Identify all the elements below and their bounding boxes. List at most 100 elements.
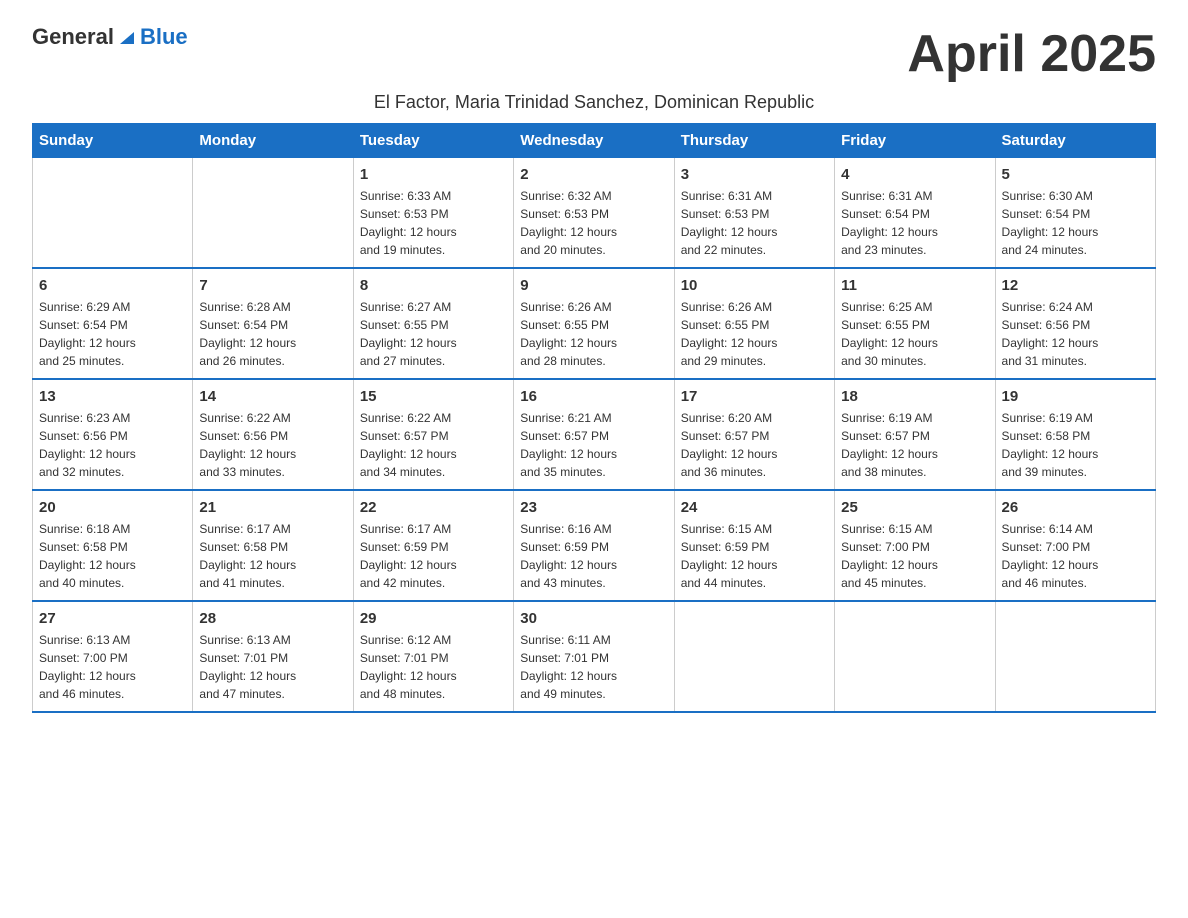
day-info: Sunrise: 6:22 AMSunset: 6:56 PMDaylight:… xyxy=(199,409,346,481)
calendar-cell xyxy=(995,601,1155,712)
day-info: Sunrise: 6:29 AMSunset: 6:54 PMDaylight:… xyxy=(39,298,186,370)
day-number: 15 xyxy=(360,388,507,405)
calendar-week-row: 13 Sunrise: 6:23 AMSunset: 6:56 PMDayligh… xyxy=(33,379,1156,490)
day-info: Sunrise: 6:11 AMSunset: 7:01 PMDaylight:… xyxy=(520,631,667,703)
day-number: 3 xyxy=(681,166,828,183)
day-number: 23 xyxy=(520,499,667,516)
day-number: 17 xyxy=(681,388,828,405)
day-info: Sunrise: 6:19 AMSunset: 6:57 PMDaylight:… xyxy=(841,409,988,481)
page-header: General Blue April 2025 xyxy=(32,24,1156,84)
calendar-week-row: 20Sunrise: 6:18 AMSunset: 6:58 PMDayligh… xyxy=(33,490,1156,601)
calendar-day-header: Tuesday xyxy=(353,124,513,158)
day-number: 8 xyxy=(360,277,507,294)
day-number: 7 xyxy=(199,277,346,294)
day-number: 5 xyxy=(1002,166,1149,183)
day-info: Sunrise: 6:23 AMSunset: 6:56 PMDaylight:… xyxy=(39,409,186,481)
day-number: 24 xyxy=(681,499,828,516)
calendar-day-header: Sunday xyxy=(33,124,193,158)
day-number: 25 xyxy=(841,499,988,516)
calendar-cell xyxy=(33,158,193,269)
day-info: Sunrise: 6:21 AMSunset: 6:57 PMDaylight:… xyxy=(520,409,667,481)
calendar-week-row: 27Sunrise: 6:13 AMSunset: 7:00 PMDayligh… xyxy=(33,601,1156,712)
month-title: April 2025 xyxy=(907,24,1156,84)
calendar-table: SundayMondayTuesdayWednesdayThursdayFrid… xyxy=(32,123,1156,713)
day-number: 14 xyxy=(199,388,346,405)
day-number: 1 xyxy=(360,166,507,183)
calendar-cell: 28 Sunrise: 6:13 AMSunset: 7:01 PMDayligh… xyxy=(193,601,353,712)
day-number: 10 xyxy=(681,277,828,294)
calendar-cell: 23 Sunrise: 6:16 AMSunset: 6:59 PMDayligh… xyxy=(514,490,674,601)
calendar-day-header: Saturday xyxy=(995,124,1155,158)
logo-general-text: General xyxy=(32,24,114,50)
calendar-cell: 21 Sunrise: 6:17 AMSunset: 6:58 PMDayligh… xyxy=(193,490,353,601)
calendar-cell: 25 Sunrise: 6:15 AMSunset: 7:00 PMDayligh… xyxy=(835,490,995,601)
day-info: Sunrise: 6:28 AMSunset: 6:54 PMDaylight:… xyxy=(199,298,346,370)
calendar-cell: 3 Sunrise: 6:31 AMSunset: 6:53 PMDaylight… xyxy=(674,158,834,269)
day-info: Sunrise: 6:15 AMSunset: 7:00 PMDaylight:… xyxy=(841,520,988,592)
calendar-cell: 1Sunrise: 6:33 AMSunset: 6:53 PMDaylight… xyxy=(353,158,513,269)
calendar-cell: 29 Sunrise: 6:12 AMSunset: 7:01 PMDayligh… xyxy=(353,601,513,712)
calendar-day-header: Monday xyxy=(193,124,353,158)
day-number: 19 xyxy=(1002,388,1149,405)
calendar-cell: 22Sunrise: 6:17 AMSunset: 6:59 PMDayligh… xyxy=(353,490,513,601)
calendar-cell: 10 Sunrise: 6:26 AMSunset: 6:55 PMDayligh… xyxy=(674,268,834,379)
day-number: 18 xyxy=(841,388,988,405)
day-info: Sunrise: 6:12 AMSunset: 7:01 PMDaylight:… xyxy=(360,631,507,703)
calendar-cell: 26 Sunrise: 6:14 AMSunset: 7:00 PMDayligh… xyxy=(995,490,1155,601)
day-number: 30 xyxy=(520,610,667,627)
calendar-cell: 17 Sunrise: 6:20 AMSunset: 6:57 PMDayligh… xyxy=(674,379,834,490)
day-number: 13 xyxy=(39,388,186,405)
day-number: 27 xyxy=(39,610,186,627)
calendar-cell: 5 Sunrise: 6:30 AMSunset: 6:54 PMDaylight… xyxy=(995,158,1155,269)
calendar-cell: 20Sunrise: 6:18 AMSunset: 6:58 PMDayligh… xyxy=(33,490,193,601)
day-number: 21 xyxy=(199,499,346,516)
calendar-cell: 15 Sunrise: 6:22 AMSunset: 6:57 PMDayligh… xyxy=(353,379,513,490)
calendar-cell: 24 Sunrise: 6:15 AMSunset: 6:59 PMDayligh… xyxy=(674,490,834,601)
day-info: Sunrise: 6:26 AMSunset: 6:55 PMDaylight:… xyxy=(681,298,828,370)
calendar-cell xyxy=(193,158,353,269)
calendar-day-header: Thursday xyxy=(674,124,834,158)
day-info: Sunrise: 6:31 AMSunset: 6:53 PMDaylight:… xyxy=(681,187,828,259)
day-info: Sunrise: 6:32 AMSunset: 6:53 PMDaylight:… xyxy=(520,187,667,259)
day-number: 28 xyxy=(199,610,346,627)
day-number: 29 xyxy=(360,610,507,627)
day-info: Sunrise: 6:27 AMSunset: 6:55 PMDaylight:… xyxy=(360,298,507,370)
day-number: 16 xyxy=(520,388,667,405)
day-info: Sunrise: 6:16 AMSunset: 6:59 PMDaylight:… xyxy=(520,520,667,592)
calendar-cell: 11 Sunrise: 6:25 AMSunset: 6:55 PMDayligh… xyxy=(835,268,995,379)
calendar-cell: 12 Sunrise: 6:24 AMSunset: 6:56 PMDayligh… xyxy=(995,268,1155,379)
day-info: Sunrise: 6:31 AMSunset: 6:54 PMDaylight:… xyxy=(841,187,988,259)
logo: General Blue xyxy=(32,24,188,50)
logo-blue-text: Blue xyxy=(140,24,188,50)
calendar-week-row: 6 Sunrise: 6:29 AMSunset: 6:54 PMDaylight… xyxy=(33,268,1156,379)
day-info: Sunrise: 6:22 AMSunset: 6:57 PMDaylight:… xyxy=(360,409,507,481)
calendar-cell: 2Sunrise: 6:32 AMSunset: 6:53 PMDaylight… xyxy=(514,158,674,269)
calendar-cell xyxy=(835,601,995,712)
day-info: Sunrise: 6:14 AMSunset: 7:00 PMDaylight:… xyxy=(1002,520,1149,592)
calendar-cell: 7 Sunrise: 6:28 AMSunset: 6:54 PMDaylight… xyxy=(193,268,353,379)
calendar-cell: 14 Sunrise: 6:22 AMSunset: 6:56 PMDayligh… xyxy=(193,379,353,490)
calendar-cell: 27Sunrise: 6:13 AMSunset: 7:00 PMDayligh… xyxy=(33,601,193,712)
day-info: Sunrise: 6:20 AMSunset: 6:57 PMDaylight:… xyxy=(681,409,828,481)
calendar-cell: 4 Sunrise: 6:31 AMSunset: 6:54 PMDaylight… xyxy=(835,158,995,269)
day-info: Sunrise: 6:17 AMSunset: 6:58 PMDaylight:… xyxy=(199,520,346,592)
day-info: Sunrise: 6:25 AMSunset: 6:55 PMDaylight:… xyxy=(841,298,988,370)
day-number: 11 xyxy=(841,277,988,294)
day-info: Sunrise: 6:15 AMSunset: 6:59 PMDaylight:… xyxy=(681,520,828,592)
calendar-header-row: SundayMondayTuesdayWednesdayThursdayFrid… xyxy=(33,124,1156,158)
calendar-cell: 19 Sunrise: 6:19 AMSunset: 6:58 PMDayligh… xyxy=(995,379,1155,490)
day-info: Sunrise: 6:30 AMSunset: 6:54 PMDaylight:… xyxy=(1002,187,1149,259)
day-number: 12 xyxy=(1002,277,1149,294)
day-number: 26 xyxy=(1002,499,1149,516)
day-number: 4 xyxy=(841,166,988,183)
calendar-cell: 6 Sunrise: 6:29 AMSunset: 6:54 PMDaylight… xyxy=(33,268,193,379)
calendar-cell: 18 Sunrise: 6:19 AMSunset: 6:57 PMDayligh… xyxy=(835,379,995,490)
calendar-cell: 9Sunrise: 6:26 AMSunset: 6:55 PMDaylight… xyxy=(514,268,674,379)
day-info: Sunrise: 6:13 AMSunset: 7:01 PMDaylight:… xyxy=(199,631,346,703)
day-number: 20 xyxy=(39,499,186,516)
day-info: Sunrise: 6:24 AMSunset: 6:56 PMDaylight:… xyxy=(1002,298,1149,370)
calendar-cell: 13 Sunrise: 6:23 AMSunset: 6:56 PMDayligh… xyxy=(33,379,193,490)
day-info: Sunrise: 6:26 AMSunset: 6:55 PMDaylight:… xyxy=(520,298,667,370)
day-info: Sunrise: 6:19 AMSunset: 6:58 PMDaylight:… xyxy=(1002,409,1149,481)
day-number: 6 xyxy=(39,277,186,294)
